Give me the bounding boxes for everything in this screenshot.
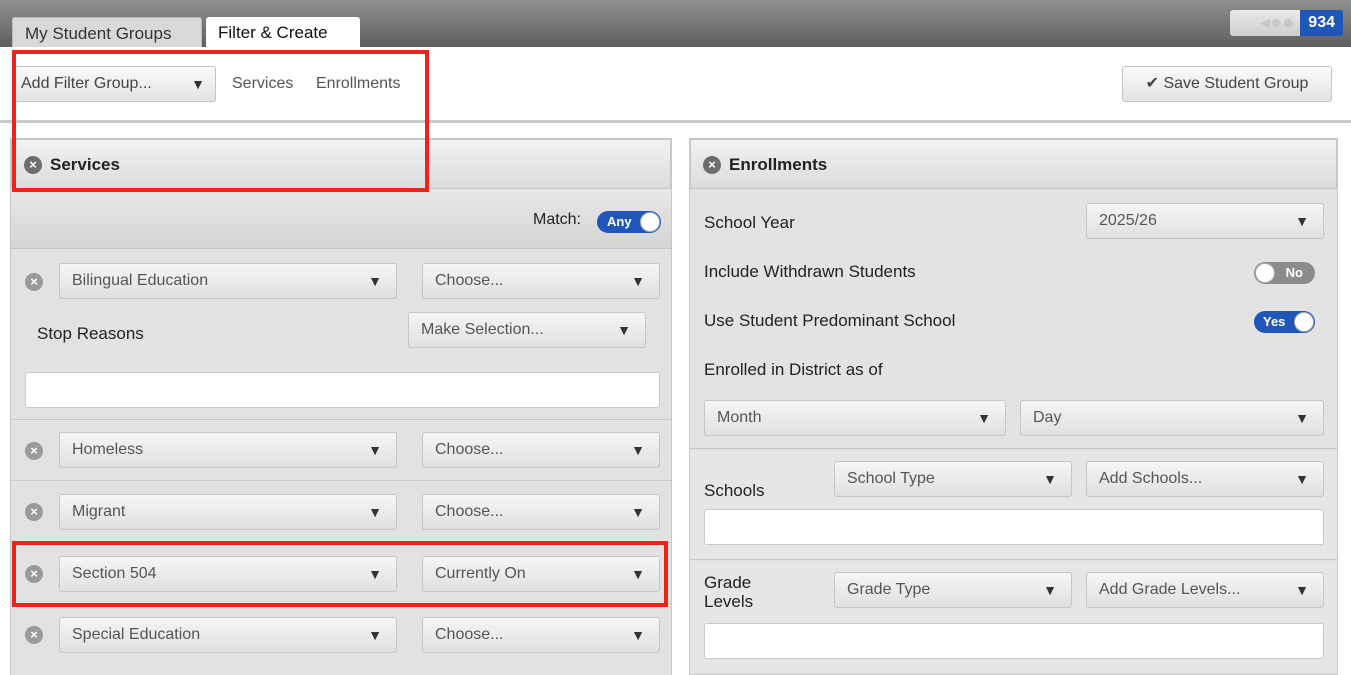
dropdown-arrow-icon: ▼ xyxy=(1295,582,1309,598)
student-count-badge: 934 xyxy=(1300,10,1343,36)
schools-section: Schools School Type ▼ Add Schools... ▼ xyxy=(690,450,1337,560)
match-row: Match: Any xyxy=(11,189,671,249)
filter-row-bilingual-education: × Bilingual Education ▼ Choose... ▼ Stop R… xyxy=(11,250,671,420)
filter-row-migrant: × Migrant ▼ Choose... ▼ xyxy=(11,482,671,543)
predominant-school-toggle[interactable]: Yes xyxy=(1254,311,1315,333)
dropdown-arrow-icon: ▼ xyxy=(631,442,645,458)
dropdown-arrow-icon: ▼ xyxy=(1295,213,1309,229)
filter-type-select[interactable]: Migrant ▼ xyxy=(59,494,397,530)
schools-label: Schools xyxy=(704,481,765,500)
dropdown-arrow-icon: ▼ xyxy=(368,273,382,289)
checkmark-icon: ✔ xyxy=(1145,75,1159,92)
stop-reasons-input[interactable] xyxy=(25,372,660,408)
dropdown-arrow-icon: ▼ xyxy=(977,410,991,426)
enrollments-panel: × Enrollments School Year 2025/26 ▼ Inclu… xyxy=(689,138,1338,675)
highlight-box-toolbar xyxy=(12,50,429,192)
filter-row-homeless: × Homeless ▼ Choose... ▼ xyxy=(11,421,671,481)
filter-value-select[interactable]: Choose... ▼ xyxy=(422,263,660,299)
toggle-knob xyxy=(640,212,660,232)
dropdown-arrow-icon: ▼ xyxy=(368,504,382,520)
month-select[interactable]: Month ▼ xyxy=(704,400,1006,436)
toggle-knob xyxy=(1255,263,1275,283)
schools-input[interactable] xyxy=(704,509,1324,545)
enrollments-panel-header: × Enrollments xyxy=(690,139,1337,189)
add-grade-levels-select[interactable]: Add Grade Levels... ▼ xyxy=(1086,572,1324,608)
filter-value-select[interactable]: Choose... ▼ xyxy=(422,494,660,530)
close-icon[interactable]: × xyxy=(703,156,721,174)
student-counter[interactable]: ◂●● 934 xyxy=(1230,10,1343,36)
highlight-box-section-504 xyxy=(12,541,668,607)
filter-type-select[interactable]: Homeless ▼ xyxy=(59,432,397,468)
stop-reasons-select[interactable]: Make Selection... ▼ xyxy=(408,312,646,348)
dropdown-arrow-icon: ▼ xyxy=(617,322,631,338)
dropdown-arrow-icon: ▼ xyxy=(368,442,382,458)
people-icon: ◂●● xyxy=(1230,10,1301,36)
dropdown-arrow-icon: ▼ xyxy=(1043,582,1057,598)
dropdown-arrow-icon: ▼ xyxy=(631,273,645,289)
save-student-group-button[interactable]: ✔ Save Student Group xyxy=(1122,66,1332,102)
tab-my-student-groups[interactable]: My Student Groups xyxy=(12,17,202,47)
dropdown-arrow-icon: ▼ xyxy=(631,627,645,643)
add-schools-select[interactable]: Add Schools... ▼ xyxy=(1086,461,1324,497)
school-year-select[interactable]: 2025/26 ▼ xyxy=(1086,203,1324,239)
top-tab-bar: My Student Groups Filter & Create ◂●● 93… xyxy=(0,0,1351,47)
school-type-select[interactable]: School Type ▼ xyxy=(834,461,1072,497)
withdrawn-label: Include Withdrawn Students xyxy=(704,262,916,281)
filter-type-select[interactable]: Special Education ▼ xyxy=(59,617,397,653)
toggle-knob xyxy=(1294,312,1314,332)
dropdown-arrow-icon: ▼ xyxy=(1295,410,1309,426)
dropdown-arrow-icon: ▼ xyxy=(1043,471,1057,487)
withdrawn-toggle[interactable]: No xyxy=(1254,262,1315,284)
grade-type-select[interactable]: Grade Type ▼ xyxy=(834,572,1072,608)
match-label: Match: xyxy=(532,211,581,228)
grade-levels-label: Grade Levels xyxy=(704,573,754,611)
filter-row-special-education: × Special Education ▼ Choose... ▼ xyxy=(11,605,671,675)
predominant-school-label: Use Student Predominant School xyxy=(704,311,956,330)
remove-filter-icon[interactable]: × xyxy=(25,273,43,291)
tab-filter-create[interactable]: Filter & Create xyxy=(206,17,360,47)
remove-filter-icon[interactable]: × xyxy=(25,503,43,521)
enrollments-title: Enrollments xyxy=(729,155,828,174)
filter-type-select[interactable]: Bilingual Education ▼ xyxy=(59,263,397,299)
enrollment-settings: School Year 2025/26 ▼ Include Withdrawn S… xyxy=(690,190,1337,449)
dropdown-arrow-icon: ▼ xyxy=(368,627,382,643)
school-year-label: School Year xyxy=(704,213,795,232)
match-any-toggle[interactable]: Any xyxy=(597,211,661,233)
remove-filter-icon[interactable]: × xyxy=(25,626,43,644)
grade-levels-input[interactable] xyxy=(704,623,1324,659)
dropdown-arrow-icon: ▼ xyxy=(631,504,645,520)
filter-value-select[interactable]: Choose... ▼ xyxy=(422,617,660,653)
save-student-group-label: Save Student Group xyxy=(1163,75,1309,92)
grade-levels-section: Grade Levels Grade Type ▼ Add Grade Level… xyxy=(690,561,1337,674)
day-select[interactable]: Day ▼ xyxy=(1020,400,1324,436)
enrolled-as-of-label: Enrolled in District as of xyxy=(704,360,883,379)
filter-value-select[interactable]: Choose... ▼ xyxy=(422,432,660,468)
remove-filter-icon[interactable]: × xyxy=(25,442,43,460)
stop-reasons-label: Stop Reasons xyxy=(37,324,144,343)
dropdown-arrow-icon: ▼ xyxy=(1295,471,1309,487)
